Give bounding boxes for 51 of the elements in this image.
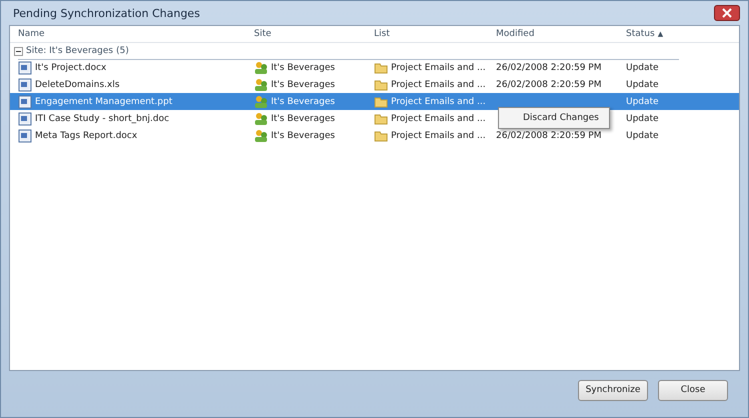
site-name: It's Beverages [271,130,335,140]
close-icon [722,8,732,18]
modified-date: 26/02/2008 2:20:59 PM [496,80,602,90]
collapse-toggle-icon[interactable] [14,46,23,56]
file-name[interactable]: Meta Tags Report.docx [35,130,138,140]
people-icon [254,112,268,126]
window-title: Pending Synchronization Changes [13,6,200,20]
site-name: It's Beverages [271,62,335,72]
list-name: Project Emails and ... [391,80,486,90]
file-name[interactable]: DeleteDomains.xls [35,80,120,90]
document-icon [18,94,32,108]
list-name: Project Emails and ... [391,96,486,106]
menu-item[interactable]: Discard Changes [501,110,607,126]
column-header[interactable]: List [374,29,390,39]
column-header[interactable]: Name [18,29,45,39]
close-button[interactable] [714,5,740,21]
people-icon [254,60,268,74]
column-header[interactable]: Status [626,29,655,39]
document-icon [18,128,32,142]
list-name: Project Emails and ... [391,62,486,72]
status-text: Update [626,80,659,90]
dialog-button[interactable]: Close [658,380,728,400]
people-icon [254,128,268,142]
people-icon [254,78,268,92]
status-text: Update [626,62,659,72]
modified-date: 26/02/2008 2:20:59 PM [496,130,602,140]
site-name: It's Beverages [271,114,335,124]
group-label: Site: It's Beverages [26,46,114,56]
status-text: Update [626,114,659,124]
document-icon [18,78,32,92]
dialog-button[interactable]: Synchronize [578,380,648,400]
site-name: It's Beverages [271,96,335,106]
file-name[interactable]: Engagement Management.ppt [35,96,172,106]
file-name[interactable]: ITI Case Study - short_bnj.doc [35,114,170,124]
list-name: Project Emails and ... [391,114,486,124]
column-header[interactable]: Modified [496,29,534,39]
folder-icon [374,94,388,108]
selected-row[interactable]: Engagement Management.ppt It's Beverages Project Emails and ... Update [10,93,739,110]
people-icon [254,94,268,108]
document-icon [18,112,32,126]
list-name: Project Emails and ... [391,130,486,140]
modified-date: 26/02/2008 2:20:59 PM [496,62,602,72]
folder-icon [374,128,388,142]
site-name: It's Beverages [271,80,335,90]
status-text: Update [626,96,659,106]
column-header[interactable]: Site [254,29,272,39]
status-text: Update [626,130,659,140]
document-icon [18,60,32,74]
group-count: (5) [116,46,129,56]
folder-icon [374,60,388,74]
file-name[interactable]: It's Project.docx [35,62,106,72]
